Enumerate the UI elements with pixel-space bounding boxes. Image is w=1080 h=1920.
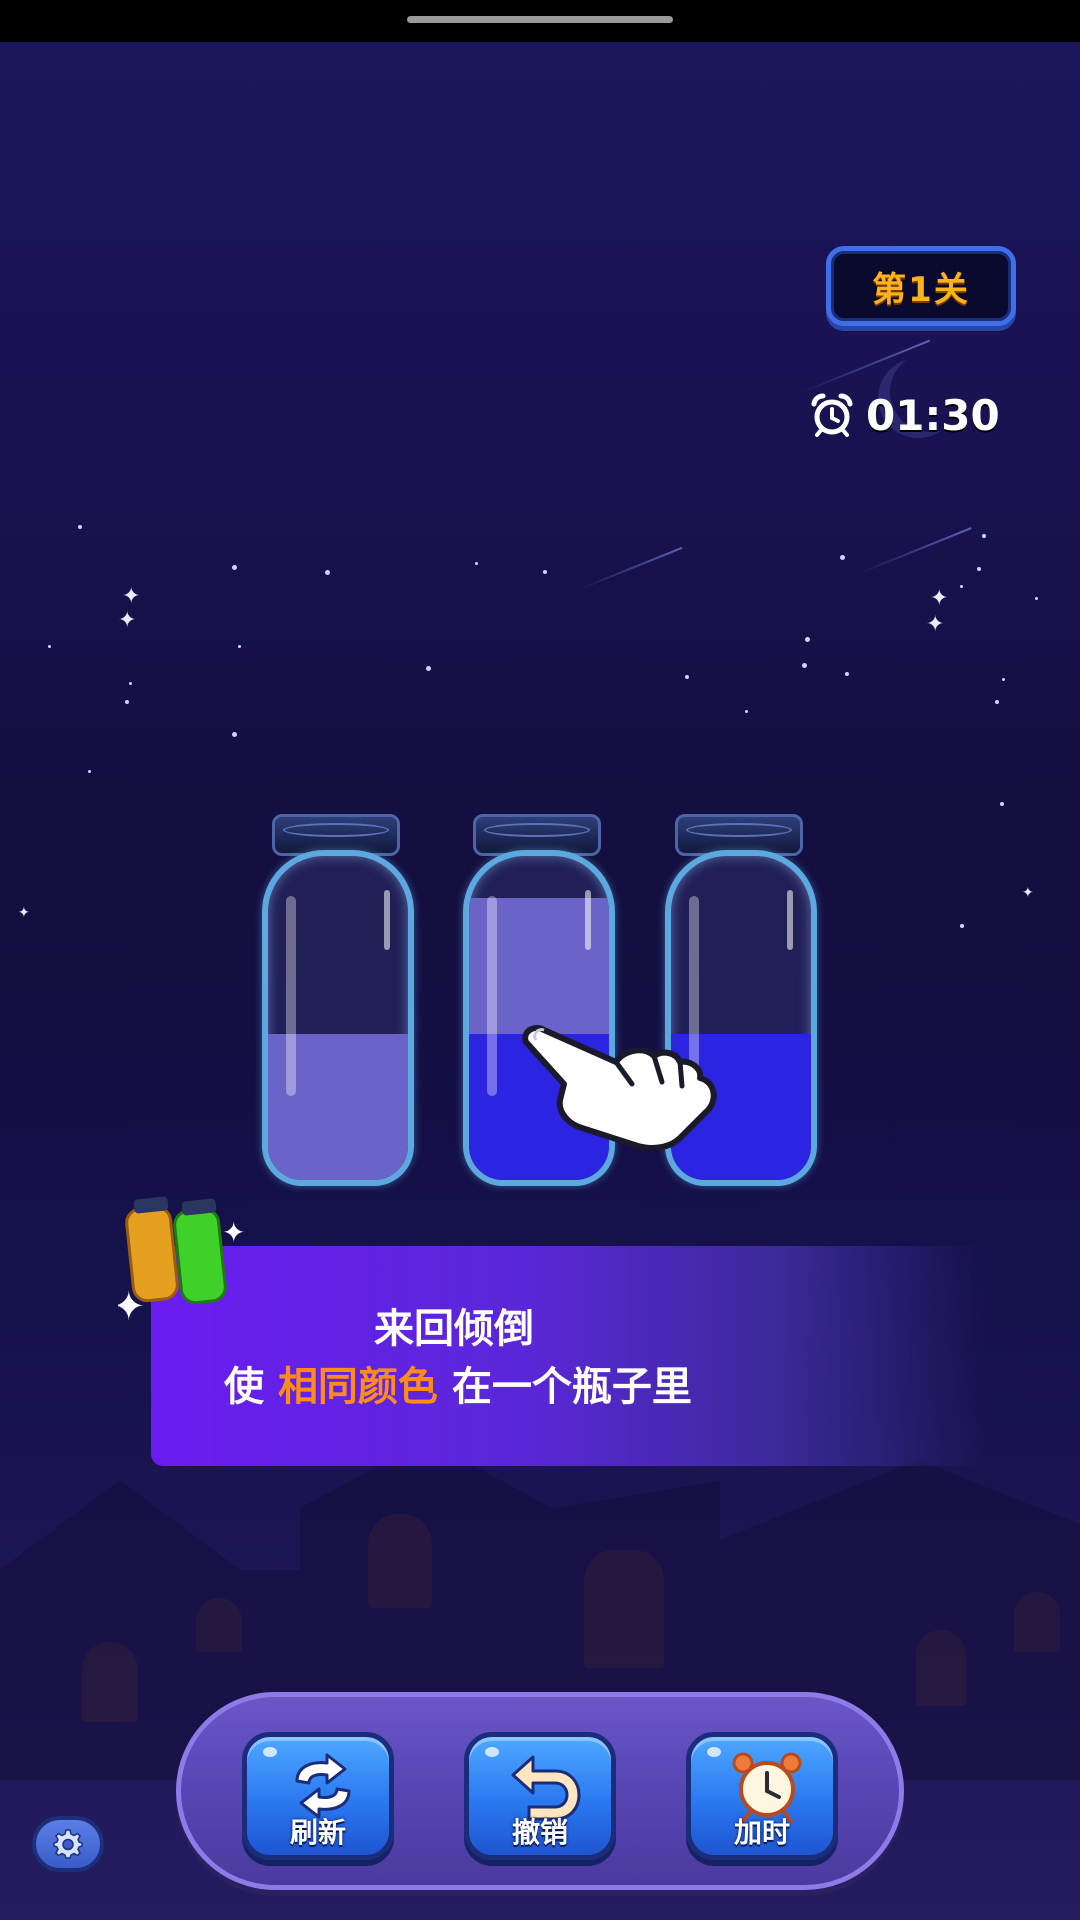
timer-value: 01:30 xyxy=(866,390,1000,440)
svg-text:✦: ✦ xyxy=(118,1284,146,1320)
level-label: 第1关 xyxy=(872,269,970,310)
instruction-prefix: 使 xyxy=(224,1364,278,1410)
add-time-button[interactable]: 加时 xyxy=(686,1732,838,1860)
alarm-clock-icon xyxy=(811,393,853,437)
tutorial-pointing-hand-icon xyxy=(522,1024,717,1150)
refresh-button[interactable]: 刷新 xyxy=(242,1732,394,1860)
instruction-line-2: 使 相同颜色 在一个瓶子里 xyxy=(224,1354,692,1412)
instruction-line-1: 来回倾倒 xyxy=(374,1306,534,1352)
undo-label: 撤销 xyxy=(511,1816,568,1849)
instruction-suffix: 在一个瓶子里 xyxy=(437,1364,692,1410)
game-screen: ✦ ✦ ✦ ✦ ✦ ✦ 第1关 01:30 ✦ ✦ 来回倾倒 使 相同颜色 在一… xyxy=(0,0,1080,1920)
refresh-label: 刷新 xyxy=(289,1816,346,1849)
add-time-label: 加时 xyxy=(733,1816,790,1849)
color-bottles-icon: ✦ ✦ xyxy=(118,1196,245,1320)
bottle-1[interactable] xyxy=(262,814,414,1186)
svg-text:✦: ✦ xyxy=(222,1216,245,1249)
instruction-highlight: 相同颜色 xyxy=(277,1364,438,1410)
countdown-timer: 01:30 xyxy=(808,390,1000,440)
settings-button[interactable] xyxy=(32,1816,104,1872)
gear-icon xyxy=(53,1829,83,1859)
status-bar xyxy=(0,0,1080,42)
undo-button[interactable]: 撤销 xyxy=(464,1732,616,1860)
level-badge: 第1关 xyxy=(826,246,1016,326)
bottle-glass xyxy=(262,850,414,1186)
home-indicator[interactable] xyxy=(407,16,673,23)
